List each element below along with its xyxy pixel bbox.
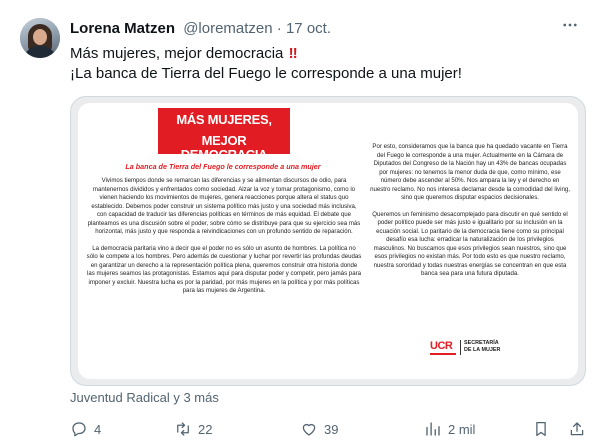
double-exclamation-icon: ‼: [288, 45, 298, 62]
tweet-text: Más mujeres, mejor democracia ‼ ¡La banc…: [70, 44, 580, 84]
share-icon: [570, 422, 584, 436]
bookmark-icon: [536, 421, 546, 437]
tweet-line-1: Más mujeres, mejor democracia: [70, 45, 284, 62]
statement-left-column: Vivimos tiempos donde se remarcan las di…: [86, 177, 362, 304]
tweet-line-2: ¡La banca de Tierra del Fuego le corresp…: [70, 65, 462, 82]
ucr-logo: UCR SECRETARÍA DE LA MUJER: [430, 338, 530, 358]
like-icon: [302, 423, 316, 436]
ucr-mark: UCR: [430, 340, 456, 355]
views-button[interactable]: 2 mil: [424, 418, 475, 440]
reply-button[interactable]: 4: [70, 418, 101, 440]
views-icon: [426, 422, 440, 436]
left-paragraph-1: Vivimos tiempos donde se remarcan las di…: [87, 177, 361, 235]
like-button[interactable]: 39: [300, 418, 338, 440]
more-icon[interactable]: [558, 16, 582, 36]
header-separator: ·: [276, 20, 282, 37]
views-count: 2 mil: [448, 421, 476, 437]
ucr-mark-text: UCR: [430, 340, 453, 352]
author-handle[interactable]: @lorematzen: [183, 20, 272, 37]
statement-subtitle: La banca de Tierra del Fuego le correspo…: [125, 162, 321, 171]
banner-line-2: MEJOR DEMOCRACIA: [180, 133, 268, 162]
tweet-media-image[interactable]: MÁS MUJERES, MEJOR DEMOCRACIA La banca d…: [70, 96, 586, 386]
logo-secretaria-text: SECRETARÍA DE LA MUJER: [464, 340, 500, 354]
author-name[interactable]: Lorena Matzen: [70, 20, 175, 37]
retweet-icon: [177, 422, 189, 436]
right-paragraph-2: Queremos un feminismo desacomplejado par…: [372, 210, 568, 278]
tweet-header: Lorena Matzen @lorematzen · 17 oct.: [70, 20, 331, 37]
like-count: 39: [324, 421, 339, 437]
left-paragraph-2: La democracia paritaria vino a decir que…: [86, 244, 362, 295]
statement-document: MÁS MUJERES, MEJOR DEMOCRACIA La banca d…: [78, 103, 578, 379]
statement-right-column: Por esto, consideramos que la banca que …: [370, 143, 570, 287]
statement-banner: MÁS MUJERES, MEJOR DEMOCRACIA: [158, 108, 290, 162]
reply-count: 4: [94, 421, 102, 437]
retweet-count: 22: [198, 421, 213, 437]
tweet-actions: 4 22 39 2 mil: [70, 418, 584, 440]
reply-icon: [72, 422, 86, 437]
logo-line-2: DE LA MUJER: [464, 347, 501, 353]
tweet-date[interactable]: 17 oct.: [286, 20, 331, 37]
avatar[interactable]: [20, 18, 60, 58]
bookmark-button[interactable]: [532, 418, 550, 440]
media-credit[interactable]: Juventud Radical y 3 más: [70, 390, 219, 405]
tweet-card[interactable]: Lorena Matzen @lorematzen · 17 oct. Más …: [0, 0, 600, 446]
share-button[interactable]: [568, 418, 586, 440]
right-paragraph-1: Por esto, consideramos que la banca que …: [370, 143, 570, 201]
logo-line-1: SECRETARÍA: [464, 340, 499, 346]
banner-line-1: MÁS MUJERES,: [176, 112, 272, 127]
retweet-button[interactable]: 22: [174, 418, 212, 440]
